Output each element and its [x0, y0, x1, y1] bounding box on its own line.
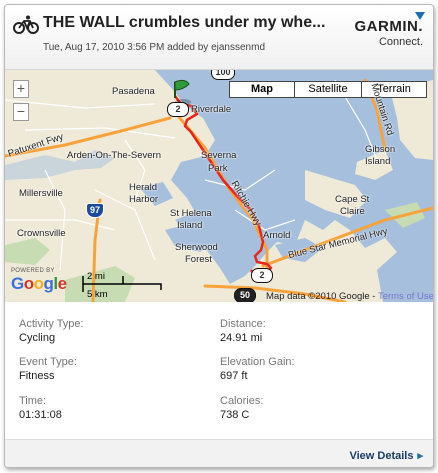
calories-stat: Calories: 738 C — [220, 395, 263, 422]
garmin-triangle-icon — [415, 12, 425, 20]
place-label: St Helena — [170, 208, 212, 219]
place-label: Millersville — [19, 188, 63, 199]
distance-stat: Distance: 24.91 mi — [220, 318, 266, 345]
activity-subtitle: Tue, Aug 17, 2010 3:56 PM added by ejans… — [43, 42, 266, 53]
google-logo-letter: o — [33, 274, 44, 293]
arrow-right-icon: ▸ — [417, 450, 423, 462]
brand-sub: Connect. — [378, 36, 423, 48]
map-copyright: Map data ©2010 Google - Terms of Use — [266, 291, 433, 302]
time-stat: Time: 01:31:08 — [19, 395, 62, 422]
event-type-value: Fitness — [19, 370, 55, 382]
place-label: Herald — [129, 182, 157, 193]
brand-name: GARMIN. — [354, 18, 423, 35]
event-type-label: Event Type: — [19, 356, 77, 368]
distance-label: Distance: — [220, 318, 266, 330]
place-label: Sherwood — [175, 242, 218, 253]
route-map[interactable]: + − Map Satellite Terrain Pasadena River… — [5, 70, 433, 302]
map-type-satellite-button[interactable]: Satellite — [294, 81, 362, 98]
elevation-value: 697 ft — [220, 370, 248, 382]
activity-type-stat: Activity Type: Cycling — [19, 318, 84, 345]
activity-stats: Activity Type: Cycling Distance: 24.91 m… — [5, 303, 433, 439]
distance-value: 24.91 mi — [220, 332, 263, 344]
card-header: THE WALL crumbles under my whe... Tue, A… — [5, 5, 433, 70]
place-label: Island — [365, 156, 391, 167]
place-label: Arden-On-The-Severn — [67, 150, 161, 161]
view-details-link[interactable]: View Details ▸ — [349, 449, 423, 462]
scale-km: 5 km — [87, 289, 108, 300]
google-logo[interactable]: Google — [11, 274, 67, 294]
activity-title[interactable]: THE WALL crumbles under my whe... — [43, 14, 329, 32]
route-shield: 2 — [251, 268, 273, 283]
google-logo-letter: g — [43, 274, 54, 293]
place-label: Crownsville — [17, 228, 66, 239]
place-label: Park — [208, 163, 228, 174]
place-label: Gibson — [365, 144, 396, 155]
time-value: 01:31:08 — [19, 409, 62, 421]
activity-card: THE WALL crumbles under my whe... Tue, A… — [4, 4, 434, 468]
calories-label: Calories: — [220, 395, 264, 407]
google-logo-letter: o — [23, 274, 34, 293]
place-label: Cape St — [335, 194, 370, 205]
garmin-connect-logo[interactable]: GARMIN. Connect. — [354, 12, 425, 49]
card-footer: View Details ▸ — [5, 439, 433, 467]
route-shield: 2 — [167, 102, 189, 117]
zoom-in-button[interactable]: + — [13, 80, 29, 98]
event-type-stat: Event Type: Fitness — [19, 356, 77, 383]
view-details-label: View Details — [349, 450, 414, 462]
place-label: Forest — [185, 254, 212, 265]
activity-type-value: Cycling — [19, 332, 56, 344]
scale-mi: 2 mi — [87, 271, 105, 282]
map-type-map-button[interactable]: Map — [229, 81, 295, 98]
google-logo-letter: G — [11, 274, 24, 293]
calories-value: 738 C — [220, 409, 250, 421]
place-label: Island — [177, 220, 203, 231]
place-label: Claire — [340, 206, 365, 217]
place-label: Pasadena — [112, 86, 155, 97]
elevation-label: Elevation Gain: — [220, 356, 295, 368]
activity-type-label: Activity Type: — [19, 318, 84, 330]
copyright-text: Map data ©2010 Google - — [266, 291, 378, 302]
place-label: Arnold — [263, 230, 291, 241]
terms-of-use-link[interactable]: Terms of Use — [378, 291, 433, 302]
elevation-stat: Elevation Gain: 697 ft — [220, 356, 295, 383]
place-label: Harbor — [129, 194, 159, 205]
route-shield: 50 — [234, 288, 256, 302]
route-shield: 100 — [211, 70, 235, 80]
interstate-shield: 97 — [86, 203, 104, 218]
zoom-out-button[interactable]: − — [13, 103, 29, 121]
place-label: Riverdale — [191, 104, 232, 115]
time-label: Time: — [19, 395, 47, 407]
bicycle-icon — [13, 15, 39, 34]
google-logo-letter: e — [57, 274, 67, 293]
place-label: Severna — [201, 150, 237, 161]
